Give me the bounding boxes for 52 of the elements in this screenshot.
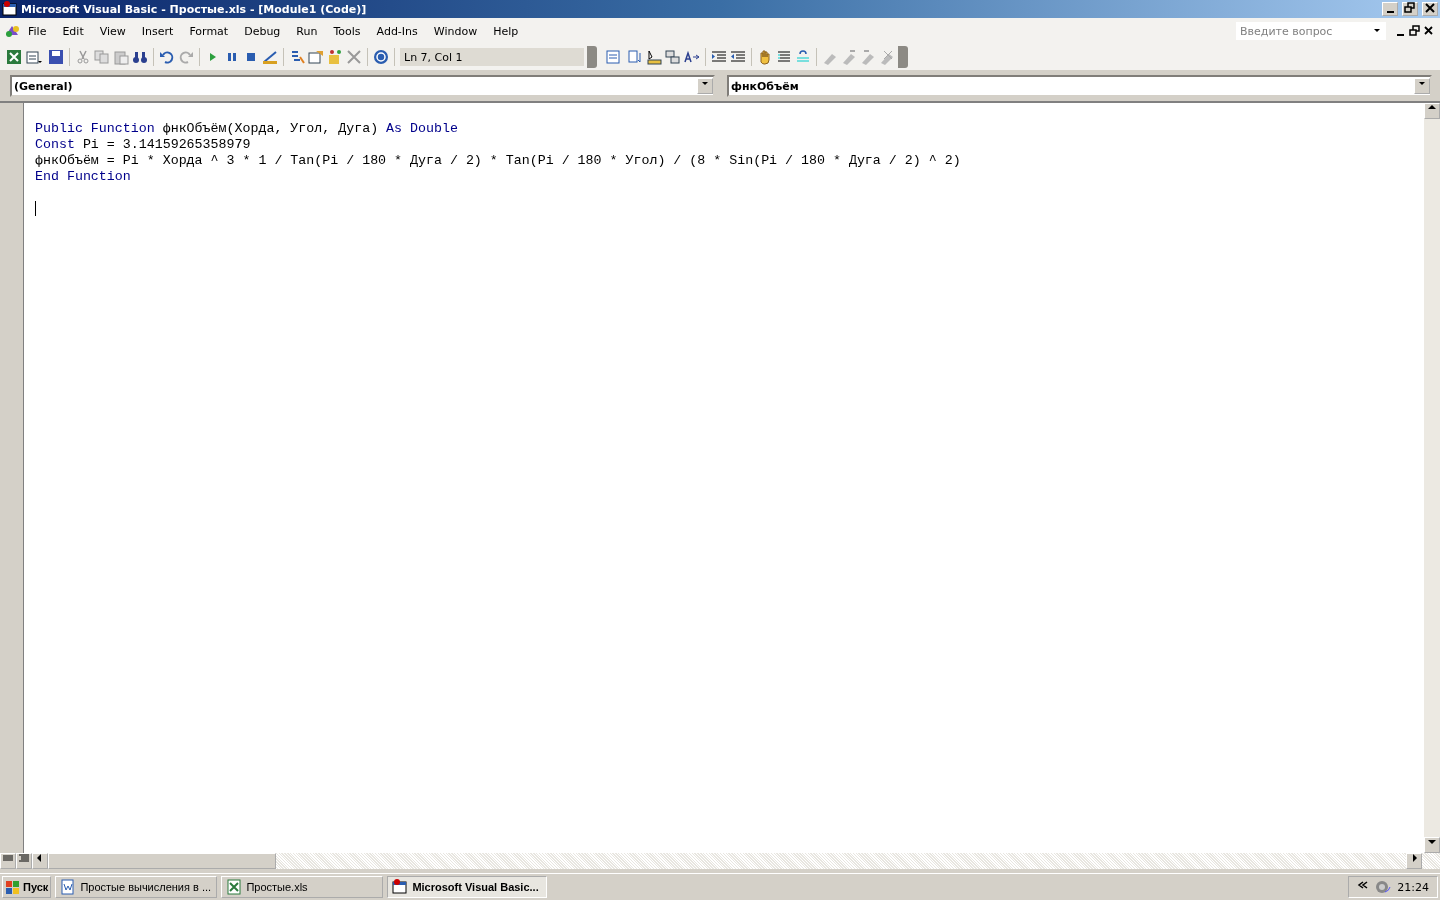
binoculars-icon[interactable] bbox=[132, 49, 148, 65]
code-line: Public Function фнкОбъём(Хорда, Угол, Дуга) As Double bbox=[35, 121, 459, 137]
outdent-icon[interactable] bbox=[730, 49, 746, 65]
menu-item[interactable]: Format bbox=[181, 24, 237, 38]
taskbar-button[interactable]: Простые вычисления в ... bbox=[55, 876, 218, 898]
menu-item[interactable]: Insert bbox=[133, 24, 182, 38]
code-line: Const Pi = 3.14159265358979 bbox=[35, 137, 252, 153]
object-dropdown[interactable]: (General) bbox=[10, 75, 715, 97]
excel-icon[interactable] bbox=[6, 49, 22, 65]
comment-block-icon[interactable] bbox=[776, 49, 792, 65]
menu-item[interactable]: Help bbox=[485, 24, 527, 38]
restore-icon[interactable] bbox=[1408, 23, 1422, 39]
scrollbar-thumb[interactable] bbox=[48, 853, 276, 869]
window-title: Microsoft Visual Basic - Простые.xls - [Module1 (Code)] bbox=[21, 2, 368, 16]
text-cursor bbox=[35, 201, 36, 216]
window-icon[interactable] bbox=[2, 1, 18, 17]
code-line: End Function bbox=[35, 169, 132, 185]
code-line: фнкОбъём = Pi * Хорда ^ 3 * 1 / Tan(Pi / 180 * Дуга / 2) * Tan(Pi / 180 * Угол) / (8 * Sin(Pi / 180 * Дуга / 2) ^ 2) bbox=[35, 153, 962, 169]
spreadsheet-icon[interactable] bbox=[226, 879, 243, 895]
menu-item[interactable]: Debug bbox=[236, 24, 289, 38]
help-search-field[interactable]: Введите вопрос bbox=[1236, 22, 1386, 40]
cursor-position: Ln 7, Col 1 bbox=[400, 48, 584, 66]
quick-info-icon[interactable] bbox=[646, 49, 662, 65]
menu-item[interactable]: Tools bbox=[325, 24, 369, 38]
design-mode-icon[interactable] bbox=[262, 49, 278, 65]
parameter-info-icon[interactable] bbox=[665, 49, 681, 65]
menu-item[interactable]: Run bbox=[288, 24, 326, 38]
taskbar-button[interactable]: Простые.xls bbox=[221, 876, 384, 898]
menu-item[interactable]: View bbox=[91, 24, 134, 38]
indent-icon[interactable] bbox=[711, 49, 727, 65]
taskbar-button[interactable]: Microsoft Visual Basic... bbox=[387, 876, 548, 898]
start-button[interactable]: Пуск bbox=[2, 876, 52, 898]
menu-item[interactable]: Edit bbox=[54, 24, 92, 38]
help-icon[interactable] bbox=[373, 49, 389, 65]
clock: 21:24 bbox=[1397, 880, 1429, 894]
vba-logo-icon[interactable] bbox=[4, 23, 20, 39]
menu-item[interactable]: Window bbox=[425, 24, 486, 38]
properties-icon[interactable] bbox=[308, 49, 324, 65]
uncomment-block-icon[interactable] bbox=[795, 49, 811, 65]
save-icon[interactable] bbox=[48, 49, 64, 65]
undo-icon[interactable] bbox=[159, 49, 175, 65]
window-icon[interactable] bbox=[392, 879, 409, 895]
project-explorer-icon[interactable] bbox=[289, 49, 305, 65]
insert-module-icon[interactable] bbox=[25, 49, 45, 65]
menu-item[interactable]: File bbox=[20, 24, 55, 38]
hand-icon[interactable] bbox=[757, 49, 773, 65]
menu-item[interactable]: Add-Ins bbox=[368, 24, 426, 38]
windows-logo-icon[interactable] bbox=[5, 879, 21, 895]
procedure-dropdown[interactable]: фнкОбъём bbox=[727, 75, 1432, 97]
object-browser-icon[interactable] bbox=[327, 49, 343, 65]
complete-word-icon[interactable] bbox=[684, 49, 700, 65]
document-icon[interactable] bbox=[60, 879, 77, 895]
